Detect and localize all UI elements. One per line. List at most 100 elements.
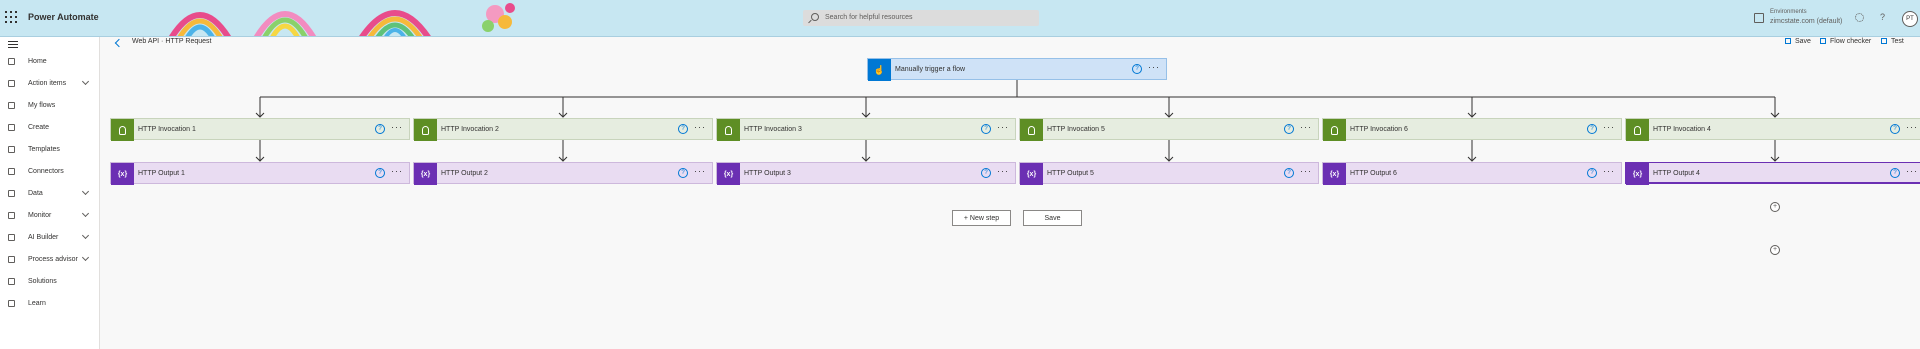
chevron-down-icon[interactable] bbox=[81, 77, 90, 86]
help-icon[interactable]: ? bbox=[375, 124, 385, 134]
help-icon[interactable]: ? bbox=[981, 124, 991, 134]
sidebar-item-my-flows[interactable]: My flows bbox=[0, 96, 99, 116]
sidebar-item-ai-builder[interactable]: AI Builder bbox=[0, 228, 99, 248]
sidebar-item-templates[interactable]: Templates bbox=[0, 140, 99, 160]
more-options-icon[interactable]: ··· bbox=[391, 122, 403, 132]
gear-icon[interactable] bbox=[1855, 13, 1864, 22]
more-options-icon[interactable]: ··· bbox=[1906, 166, 1918, 176]
more-options-icon[interactable]: ··· bbox=[694, 166, 706, 176]
http-invocation-card[interactable]: HTTP Invocation 5? ··· bbox=[1019, 118, 1319, 141]
more-options-icon[interactable]: ··· bbox=[1148, 62, 1160, 72]
command-bar: Web API · HTTP Request Save Flow checker… bbox=[100, 37, 1920, 53]
lightbulb-icon bbox=[111, 119, 134, 141]
template-icon bbox=[8, 146, 15, 153]
add-action-icon[interactable]: + bbox=[1770, 245, 1780, 255]
help-icon[interactable]: ? bbox=[678, 168, 688, 178]
sidebar-item-connectors[interactable]: Connectors bbox=[0, 162, 99, 182]
back-arrow-icon[interactable] bbox=[114, 38, 124, 48]
book-icon bbox=[8, 300, 15, 307]
more-options-icon[interactable]: ··· bbox=[1300, 166, 1312, 176]
lightbulb-icon bbox=[414, 119, 437, 141]
help-icon[interactable]: ? bbox=[1587, 124, 1597, 134]
trigger-card[interactable]: ☝ Manually trigger a flow ? ··· bbox=[867, 58, 1167, 81]
hamburger-icon[interactable] bbox=[8, 41, 18, 49]
test-command[interactable]: Test bbox=[1881, 38, 1904, 45]
sidebar-item-label: Connectors bbox=[28, 168, 64, 175]
test-command-label: Test bbox=[1891, 38, 1904, 45]
sidebar-item-data[interactable]: Data bbox=[0, 184, 99, 204]
sidebar-item-label: Learn bbox=[28, 300, 46, 307]
more-options-icon[interactable]: ··· bbox=[1603, 166, 1615, 176]
sidebar-item-home[interactable]: Home bbox=[0, 52, 99, 72]
app-title[interactable]: Power Automate bbox=[28, 12, 99, 22]
invocation-title: HTTP Invocation 2 bbox=[441, 126, 499, 133]
http-output-card[interactable]: {x} HTTP Output 1? ··· bbox=[110, 162, 410, 185]
help-icon[interactable]: ? bbox=[1890, 168, 1900, 178]
http-invocation-card[interactable]: HTTP Invocation 4? ··· bbox=[1625, 118, 1920, 141]
help-icon[interactable]: ? bbox=[1284, 124, 1294, 134]
http-output-card[interactable]: {x} HTTP Output 6? ··· bbox=[1322, 162, 1622, 185]
sidebar-item-create[interactable]: Create bbox=[0, 118, 99, 138]
chevron-down-icon[interactable] bbox=[81, 253, 90, 262]
flow-checker-command[interactable]: Flow checker bbox=[1820, 38, 1871, 45]
touch-icon: ☝ bbox=[868, 59, 891, 81]
chevron-down-icon[interactable] bbox=[81, 231, 90, 240]
help-icon[interactable]: ? bbox=[981, 168, 991, 178]
sidebar-item-monitor[interactable]: Monitor bbox=[0, 206, 99, 226]
http-invocation-card[interactable]: HTTP Invocation 3? ··· bbox=[716, 118, 1016, 141]
sidebar-item-action-items[interactable]: Action items bbox=[0, 74, 99, 94]
save-button[interactable]: Save bbox=[1023, 210, 1082, 226]
new-step-button[interactable]: + New step bbox=[952, 210, 1011, 226]
sidebar: Home Action items My flows Create Templates C… bbox=[0, 37, 100, 349]
output-title: HTTP Output 4 bbox=[1653, 170, 1700, 177]
help-icon[interactable]: ? bbox=[1587, 168, 1597, 178]
flow-canvas: ☝ Manually trigger a flow ? ··· HTTP Inv… bbox=[100, 53, 1920, 349]
beaker-icon bbox=[1881, 38, 1887, 44]
help-icon[interactable]: ? bbox=[375, 168, 385, 178]
add-action-icon[interactable]: + bbox=[1770, 202, 1780, 212]
environment-label[interactable]: Environments bbox=[1770, 9, 1807, 15]
sidebar-item-solutions[interactable]: Solutions bbox=[0, 272, 99, 292]
more-options-icon[interactable]: ··· bbox=[391, 166, 403, 176]
banner-artwork bbox=[169, 3, 515, 36]
http-output-card[interactable]: {x} HTTP Output 3? ··· bbox=[716, 162, 1016, 185]
more-options-icon[interactable]: ··· bbox=[997, 166, 1009, 176]
http-output-card[interactable]: {x} HTTP Output 5? ··· bbox=[1019, 162, 1319, 185]
http-invocation-card[interactable]: HTTP Invocation 2? ··· bbox=[413, 118, 713, 141]
app-launcher-icon[interactable] bbox=[5, 11, 19, 25]
environment-value[interactable]: zimcstate.com (default) bbox=[1770, 18, 1842, 25]
avatar[interactable]: PT bbox=[1902, 11, 1918, 27]
help-icon[interactable]: ? bbox=[1132, 64, 1142, 74]
http-invocation-card[interactable]: HTTP Invocation 6? ··· bbox=[1322, 118, 1622, 141]
clipboard-icon bbox=[8, 80, 15, 87]
more-options-icon[interactable]: ··· bbox=[1300, 122, 1312, 132]
output-title: HTTP Output 2 bbox=[441, 170, 488, 177]
environment-icon[interactable] bbox=[1754, 13, 1764, 23]
lightbulb-icon bbox=[1626, 119, 1649, 141]
search-box[interactable]: Search for helpful resources bbox=[803, 10, 1039, 26]
invocation-title: HTTP Invocation 6 bbox=[1350, 126, 1408, 133]
more-options-icon[interactable]: ··· bbox=[1906, 122, 1918, 132]
search-icon bbox=[811, 13, 819, 21]
sidebar-item-learn[interactable]: Learn bbox=[0, 294, 99, 314]
http-invocation-card[interactable]: HTTP Invocation 1? ··· bbox=[110, 118, 410, 141]
help-icon[interactable]: ? bbox=[1890, 124, 1900, 134]
save-icon bbox=[1785, 38, 1791, 44]
http-output-card[interactable]: {x} HTTP Output 2? ··· bbox=[413, 162, 713, 185]
more-options-icon[interactable]: ··· bbox=[694, 122, 706, 132]
help-icon[interactable]: ? bbox=[678, 124, 688, 134]
help-icon[interactable]: ? bbox=[1880, 12, 1885, 22]
flow-icon bbox=[8, 102, 15, 109]
sidebar-item-process-advisor[interactable]: Process advisor bbox=[0, 250, 99, 270]
sidebar-item-label: Home bbox=[28, 58, 47, 65]
output-title: HTTP Output 5 bbox=[1047, 170, 1094, 177]
http-output-card[interactable]: {x} HTTP Output 4? ··· bbox=[1625, 162, 1920, 185]
chevron-down-icon[interactable] bbox=[81, 209, 90, 218]
save-command[interactable]: Save bbox=[1785, 38, 1811, 45]
more-options-icon[interactable]: ··· bbox=[1603, 122, 1615, 132]
variable-icon: {x} bbox=[1626, 163, 1649, 185]
chevron-down-icon[interactable] bbox=[81, 187, 90, 196]
help-icon[interactable]: ? bbox=[1284, 168, 1294, 178]
lightbulb-icon bbox=[717, 119, 740, 141]
more-options-icon[interactable]: ··· bbox=[997, 122, 1009, 132]
